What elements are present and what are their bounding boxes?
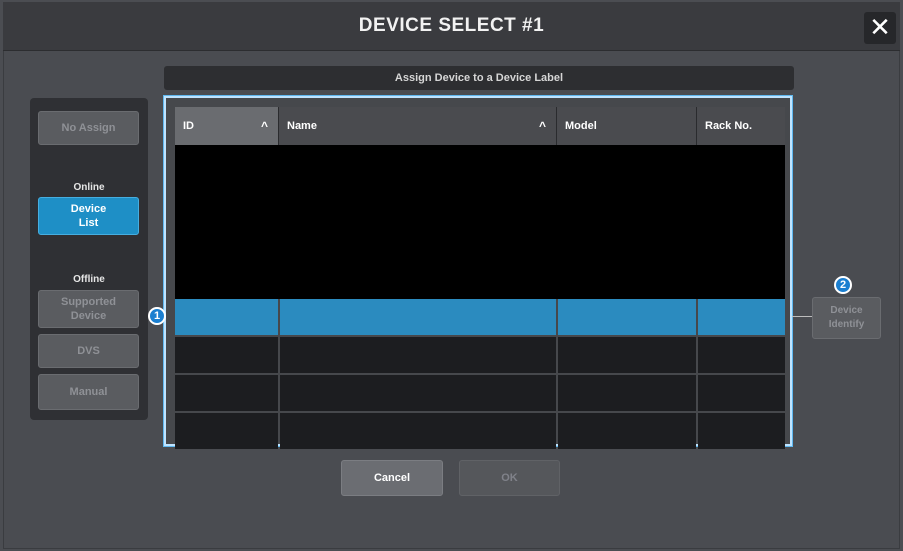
dialog-title: DEVICE SELECT #1 — [358, 15, 545, 36]
online-label: Online — [73, 182, 105, 193]
callout-badge-1: 1 — [148, 307, 166, 325]
sort-up-icon: ^ — [260, 119, 268, 133]
dvs-button[interactable]: DVS — [38, 334, 139, 368]
close-button[interactable]: ✕ — [864, 12, 896, 44]
close-icon: ✕ — [869, 12, 891, 42]
device-identify-button[interactable]: Device Identify — [812, 297, 881, 339]
assign-device-header: Assign Device to a Device Label — [164, 66, 794, 90]
device-list-button[interactable]: Device List — [38, 197, 139, 235]
column-header-name[interactable]: Name ^ — [279, 107, 557, 145]
supported-device-button[interactable]: Supported Device — [38, 290, 139, 328]
source-panel — [30, 98, 148, 420]
column-header-rack-no[interactable]: Rack No. — [697, 107, 785, 145]
table-row[interactable] — [175, 299, 785, 337]
column-header-id[interactable]: ID ^ — [175, 107, 279, 145]
table-row[interactable] — [175, 375, 785, 413]
ok-button[interactable]: OK — [459, 460, 560, 496]
callout-connector — [792, 316, 812, 317]
cancel-button[interactable]: Cancel — [341, 460, 443, 496]
no-assign-button[interactable]: No Assign — [38, 111, 139, 145]
sort-up-icon: ^ — [538, 119, 546, 133]
offline-label: Offline — [73, 274, 105, 285]
device-list-table: ID ^ Name ^ Model Rack No. — [164, 96, 792, 449]
manual-button[interactable]: Manual — [38, 374, 139, 410]
table-row[interactable] — [175, 413, 785, 451]
column-header-model[interactable]: Model — [557, 107, 697, 145]
empty-list-area — [175, 145, 785, 299]
callout-badge-2: 2 — [834, 276, 852, 294]
table-row[interactable] — [175, 337, 785, 375]
title-bar: DEVICE SELECT #1 ✕ — [3, 2, 900, 51]
